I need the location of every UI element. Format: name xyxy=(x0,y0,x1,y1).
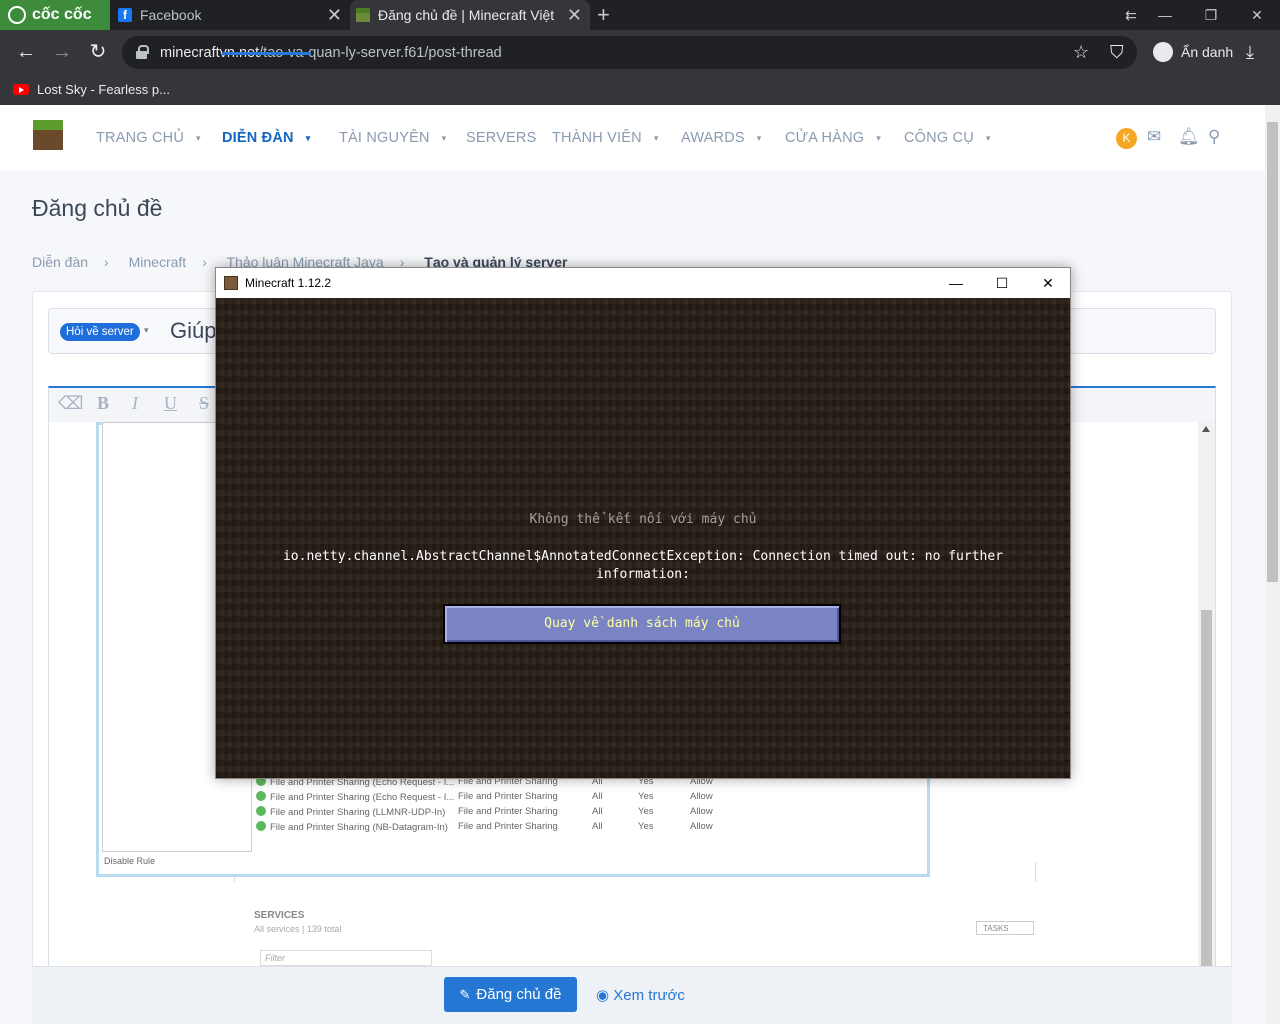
reload-button[interactable]: ↻ xyxy=(87,41,109,63)
tab-label: Đăng chủ đề | Minecraft Việt xyxy=(378,7,555,23)
lock-icon xyxy=(136,45,149,59)
disable-rule-label: Disable Rule xyxy=(104,856,156,866)
minimize-button[interactable]: — xyxy=(1142,0,1188,30)
underline-button[interactable]: U xyxy=(164,393,177,414)
mail-icon[interactable]: ✉ xyxy=(1147,127,1161,147)
bookmark-item[interactable]: Lost Sky - Fearless p... xyxy=(37,82,170,97)
incognito-icon xyxy=(1153,42,1173,62)
bold-button[interactable]: B xyxy=(97,393,109,414)
strikethrough-button[interactable]: S xyxy=(199,393,209,414)
close-window-button[interactable]: ✕ xyxy=(1234,0,1280,30)
table-row: File and Printer Sharing (LLMNR-UDP-In) F… xyxy=(256,806,713,821)
download-icon[interactable]: ⤓ xyxy=(1246,42,1254,63)
nav-forums[interactable]: DIỄN ĐÀN ▾ xyxy=(222,130,310,146)
connection-error-message: io.netty.channel.AbstractChannel$Annotat… xyxy=(282,549,1004,582)
back-to-server-list-button[interactable]: Quay về danh sách máy chủ xyxy=(443,604,841,644)
minecraft-icon xyxy=(356,8,370,22)
thread-title-input[interactable]: Giúp xyxy=(170,318,216,344)
browser-tabstrip: cốc cốc f Facebook ✕ Đăng chủ đề | Minec… xyxy=(0,0,1280,30)
youtube-icon xyxy=(13,84,29,95)
new-tab-button[interactable]: + xyxy=(597,2,610,28)
filter-field: Filter xyxy=(260,950,432,966)
post-thread-label: Đăng chủ đề xyxy=(476,986,562,1003)
search-icon[interactable]: ⚲ xyxy=(1208,127,1220,147)
chevron-down-icon: ▾ xyxy=(985,132,991,143)
restore-button[interactable]: ❐ xyxy=(1188,0,1234,30)
check-icon xyxy=(256,806,266,816)
bookmark-star-icon[interactable]: ☆ xyxy=(1073,42,1089,63)
minecraft-window: Minecraft 1.12.2 — ☐ ✕ Không thể kết nối… xyxy=(215,267,1071,779)
page-scrollbar[interactable] xyxy=(1265,105,1280,1024)
check-icon xyxy=(256,821,266,831)
shield-icon[interactable]: ⛉ xyxy=(1110,42,1124,63)
site-header: TRANG CHỦ ▾ DIỄN ĐÀN ▾ TÀI NGUYÊN ▾ SERVERS… xyxy=(0,105,1265,170)
close-tab-icon[interactable]: ✕ xyxy=(567,5,582,26)
nav-awards[interactable]: AWARDS ▾ xyxy=(681,130,762,146)
post-thread-button[interactable]: ✎ Đăng chủ đề xyxy=(444,977,577,1012)
chevron-down-icon[interactable]: ▾ xyxy=(144,325,149,336)
site-logo[interactable] xyxy=(33,120,63,150)
close-button[interactable]: ✕ xyxy=(1025,268,1071,298)
bookmarks-bar: Lost Sky - Fearless p... xyxy=(0,74,1280,105)
breadcrumb-item[interactable]: Minecraft xyxy=(129,254,187,270)
tab-label: Facebook xyxy=(140,7,202,23)
brand-label: cốc cốc xyxy=(32,6,92,23)
italic-button[interactable]: I xyxy=(132,393,138,414)
maximize-button[interactable]: ☐ xyxy=(979,268,1025,298)
check-icon xyxy=(256,791,266,801)
chevron-down-icon: ▾ xyxy=(756,132,762,143)
editor-scrollbar[interactable] xyxy=(1198,422,1215,970)
back-button[interactable]: ← xyxy=(15,41,37,63)
chevron-down-icon: ▾ xyxy=(196,132,201,143)
firewall-rules-table: File and Printer Sharing (Echo Request -… xyxy=(256,772,736,852)
nav-members[interactable]: THÀNH VIÊN ▾ xyxy=(552,130,659,146)
preview-button[interactable]: ◉ Xem trước xyxy=(596,986,685,1004)
nav-home[interactable]: TRANG CHỦ ▾ xyxy=(96,130,201,146)
chevron-down-icon: ▾ xyxy=(653,132,659,143)
incognito-label: Ẩn danh xyxy=(1181,44,1234,60)
window-title: Minecraft 1.12.2 xyxy=(245,276,332,290)
table-row: File and Printer Sharing (Echo Request -… xyxy=(256,791,713,806)
chevron-down-icon: ▾ xyxy=(876,132,881,143)
minecraft-game-screen: Không thể kết nối với máy chủ io.netty.c… xyxy=(216,298,1070,778)
scrollbar-thumb[interactable] xyxy=(1267,122,1278,582)
connection-failed-heading: Không thể kết nối với máy chủ xyxy=(529,512,757,527)
table-row: File and Printer Sharing (NB-Datagram-In… xyxy=(256,821,713,836)
tab-facebook[interactable]: f Facebook ✕ xyxy=(112,0,350,30)
avatar[interactable]: K xyxy=(1116,128,1137,149)
chevron-down-icon: ▾ xyxy=(305,132,311,143)
page-title: Đăng chủ đề xyxy=(32,195,163,221)
coccoc-logo-icon xyxy=(8,6,26,24)
nav-resources[interactable]: TÀI NGUYÊN ▾ xyxy=(339,130,446,146)
facebook-icon: f xyxy=(118,8,132,22)
bell-icon[interactable]: 🔔︎ xyxy=(1178,127,1200,147)
tab-minecraft[interactable]: Đăng chủ đề | Minecraft Việt ✕ xyxy=(350,0,590,30)
chevron-down-icon: ▾ xyxy=(441,132,447,143)
browser-brand[interactable]: cốc cốc xyxy=(0,0,110,30)
nav-store[interactable]: CỬA HÀNG ▾ xyxy=(785,130,881,146)
minecraft-titlebar[interactable]: Minecraft 1.12.2 — ☐ ✕ xyxy=(216,268,1070,298)
close-tab-icon[interactable]: ✕ xyxy=(327,5,342,26)
minecraft-icon xyxy=(224,276,238,290)
nav-servers[interactable]: SERVERS xyxy=(466,130,536,146)
scroll-up-icon[interactable] xyxy=(1202,426,1210,432)
active-nav-indicator xyxy=(222,52,311,55)
tasks-dropdown: TASKS xyxy=(976,921,1034,935)
nav-tools[interactable]: CÔNG CỤ ▾ xyxy=(904,130,991,146)
eye-icon: ◉ xyxy=(596,987,614,1004)
preview-label: Xem trước xyxy=(613,987,685,1004)
prefix-selector[interactable]: Hỏi về server xyxy=(60,323,140,341)
incognito-indicator[interactable]: Ẩn danh xyxy=(1153,42,1233,62)
services-subtitle: All services | 139 total xyxy=(254,924,342,934)
forward-button[interactable]: → xyxy=(51,41,73,63)
scrollbar-thumb[interactable] xyxy=(1201,610,1212,970)
breadcrumb-item[interactable]: Diễn đàn xyxy=(32,254,88,270)
services-heading: SERVICES xyxy=(254,910,305,921)
minimize-button[interactable]: — xyxy=(933,268,979,298)
eraser-icon[interactable]: ⌫ xyxy=(58,393,83,414)
pencil-icon: ✎ xyxy=(459,986,471,1002)
